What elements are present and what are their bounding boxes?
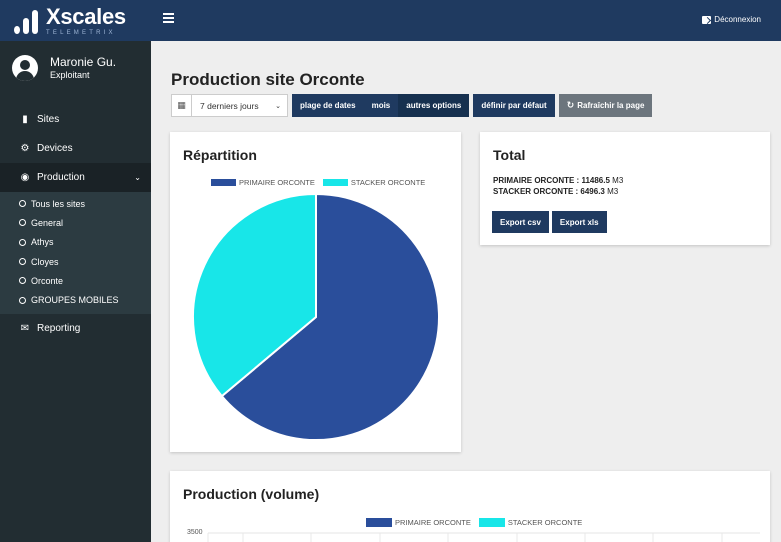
sidebar-item-sites[interactable]: ▮ Sites — [0, 105, 151, 134]
circle-icon — [19, 258, 26, 266]
unit-label: M3 — [612, 176, 624, 185]
envelope-icon: ✉ — [20, 322, 30, 334]
submenu-label: Tous les sites — [31, 198, 86, 209]
chevron-down-icon: ⌄ — [134, 173, 141, 182]
sidebar-item-label: Devices — [37, 143, 73, 154]
volume-card: Production (volume) PRIMAIRE ORCONTE STA… — [170, 471, 770, 542]
export-csv-button[interactable]: Export csv — [492, 211, 549, 233]
range-button-group: plage de dates mois autres options — [292, 94, 470, 117]
brand-name: Xscales — [46, 3, 126, 29]
daterange-select[interactable]: ▦ 7 derniers jours ⌄ — [171, 94, 288, 117]
mois-button[interactable]: mois — [363, 94, 399, 117]
chevron-down-icon: ⌄ — [275, 102, 281, 110]
logout-button[interactable]: Déconnexion — [702, 15, 761, 24]
calendar-icon: ▦ — [172, 95, 192, 116]
repartition-card: Répartition PRIMAIRE ORCONTE STACKER ORC… — [170, 132, 461, 452]
logo-bars-icon — [14, 8, 38, 34]
hamburger-menu-icon[interactable] — [163, 13, 174, 23]
submenu-item-tous-les-sites[interactable]: Tous les sites — [0, 194, 151, 213]
total-primaire-label: PRIMAIRE ORCONTE : 11486.5 — [493, 176, 610, 185]
sidebar-item-label: Reporting — [37, 322, 81, 334]
submenu-item-groupes-mobiles[interactable]: GROUPES MOBILES — [0, 290, 151, 309]
circle-icon — [19, 277, 26, 285]
sidebar: Xscales TELEMETRIX Maronie Gu. Exploitan… — [0, 0, 151, 542]
total-stacker-label: STACKER ORCONTE : 6496.3 — [493, 187, 605, 196]
brand-logo[interactable]: Xscales TELEMETRIX — [0, 0, 151, 41]
circle-icon — [19, 200, 26, 208]
user-avatar-icon — [12, 55, 38, 81]
daterange-value: 7 derniers jours — [200, 100, 259, 111]
autres-options-button[interactable]: autres options — [398, 94, 470, 117]
user-name: Maronie Gu. — [50, 55, 117, 69]
unit-label: M3 — [607, 187, 619, 196]
circle-icon — [19, 219, 26, 227]
refresh-label: Rafraîchir la page — [577, 101, 645, 110]
submenu-label: GROUPES MOBILES — [31, 295, 119, 306]
total-primaire-row: PRIMAIRE ORCONTE : 11486.5 M3 — [493, 175, 623, 186]
plage-de-dates-button[interactable]: plage de dates — [292, 94, 364, 117]
refresh-icon: ↻ — [566, 100, 575, 110]
bar-chart-icon: ▮ — [22, 114, 28, 125]
sidebar-item-label: Sites — [37, 114, 60, 125]
submenu-item-athys[interactable]: Athys — [0, 233, 151, 252]
total-stacker-row: STACKER ORCONTE : 6496.3 M3 — [493, 186, 623, 197]
submenu-item-orconte[interactable]: Orconte — [0, 271, 151, 290]
date-toolbar: ▦ 7 derniers jours ⌄ plage de dates mois… — [171, 94, 653, 117]
sidebar-item-reporting[interactable]: ✉ Reporting — [0, 314, 151, 343]
submenu-label: Cloyes — [31, 256, 59, 267]
logout-label: Déconnexion — [714, 15, 761, 24]
page-title: Production site Orconte — [171, 70, 365, 89]
sidebar-item-production[interactable]: ◉ Production ⌄ — [0, 163, 151, 192]
sidebar-nav: ▮ Sites ⚙ Devices ◉ Production ⌄ Tous le… — [0, 105, 151, 343]
sidebar-item-devices[interactable]: ⚙ Devices — [0, 134, 151, 163]
volume-gridlines — [207, 532, 760, 542]
user-panel: Maronie Gu. Exploitant — [0, 41, 151, 101]
total-card: Total PRIMAIRE ORCONTE : 11486.5 M3 STAC… — [480, 132, 770, 245]
sidebar-item-label: Production — [37, 172, 85, 183]
dashboard-icon: ◉ — [20, 172, 30, 183]
brand-subtitle: TELEMETRIX — [46, 29, 116, 36]
submenu-item-general[interactable]: General — [0, 213, 151, 232]
circle-icon — [19, 296, 26, 304]
export-xls-button[interactable]: Export xls — [551, 211, 607, 233]
top-navbar: Déconnexion — [151, 0, 781, 41]
user-role: Exploitant — [50, 70, 90, 80]
circle-icon — [19, 238, 26, 246]
submenu-label: Athys — [31, 237, 54, 248]
refresh-button[interactable]: ↻ Rafraîchir la page — [558, 94, 653, 117]
export-buttons: Export csv Export xls — [492, 211, 610, 233]
totals-list: PRIMAIRE ORCONTE : 11486.5 M3 STACKER OR… — [493, 175, 623, 197]
gears-icon: ⚙ — [20, 143, 30, 154]
definir-par-defaut-button[interactable]: définir par défaut — [473, 94, 555, 117]
repartition-pie-chart — [192, 192, 440, 441]
submenu-label: General — [31, 217, 64, 228]
sign-out-icon — [702, 15, 712, 24]
production-submenu: Tous les sites General Athys Cloyes Orco… — [0, 192, 151, 314]
total-title: Total — [493, 147, 526, 163]
submenu-item-cloyes[interactable]: Cloyes — [0, 252, 151, 271]
submenu-label: Orconte — [31, 275, 64, 286]
